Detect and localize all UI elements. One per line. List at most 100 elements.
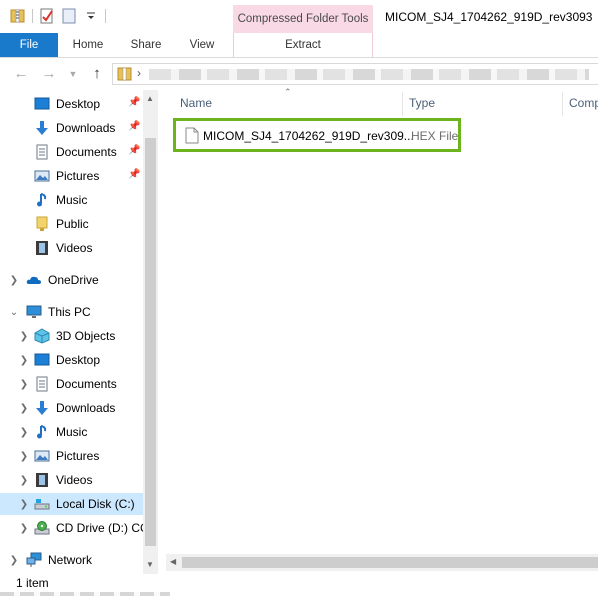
sidebar-item-cd-drive[interactable]: ❯ CD Drive (D:) CC — [0, 517, 158, 539]
tab-home[interactable]: Home — [62, 33, 114, 57]
sidebar-item-desktop[interactable]: Desktop 📌 — [0, 93, 144, 115]
blurred-strip — [0, 592, 170, 596]
sidebar-item-videos[interactable]: Videos — [0, 237, 144, 259]
tab-file[interactable]: File — [0, 33, 58, 57]
customize-toolbar-icon[interactable] — [83, 8, 99, 24]
videos-icon — [36, 473, 48, 487]
sidebar-item-label: CD Drive (D:) CC — [56, 521, 149, 535]
column-header-name[interactable]: Name — [180, 96, 212, 110]
column-divider[interactable] — [402, 92, 403, 116]
forward-arrow-icon[interactable]: → — [40, 65, 58, 83]
file-list-horizontal-scrollbar[interactable]: ◀ — [166, 554, 598, 571]
documents-icon — [36, 376, 48, 392]
music-icon — [37, 425, 47, 439]
scroll-up-arrow-icon[interactable]: ▲ — [146, 94, 154, 103]
sort-ascending-chevron-icon: ⌃ — [284, 87, 292, 97]
sidebar-item-label: Videos — [56, 473, 93, 487]
sidebar-item-downloads-pc[interactable]: ❯ Downloads — [0, 397, 144, 419]
sidebar-item-label: 3D Objects — [56, 329, 116, 343]
navigation-bar: ← → ▼ ↑ › — [0, 58, 598, 90]
sidebar-item-label: Pictures — [56, 449, 100, 463]
onedrive-icon — [26, 276, 41, 284]
file-name: MICOM_SJ4_1704262_919D_rev309... — [203, 129, 414, 143]
pin-icon[interactable]: 📌 — [128, 97, 140, 108]
expand-chevron-icon[interactable]: ❯ — [18, 355, 30, 366]
sidebar-item-pictures-pc[interactable]: ❯ Pictures — [0, 445, 144, 467]
sidebar-item-label: Documents — [56, 377, 117, 391]
pin-icon[interactable]: 📌 — [128, 169, 140, 180]
tab-extract[interactable]: Extract — [233, 33, 373, 57]
desktop-icon — [34, 353, 50, 366]
toolbar-divider — [105, 9, 106, 23]
expand-chevron-icon[interactable]: ❯ — [18, 427, 30, 438]
sidebar-item-label: This PC — [48, 305, 91, 319]
file-row-highlighted[interactable]: MICOM_SJ4_1704262_919D_rev309... HEX Fil… — [173, 118, 461, 152]
pin-icon[interactable]: 📌 — [128, 121, 140, 132]
file-icon — [185, 127, 199, 144]
blurred-path — [149, 69, 589, 80]
computer-icon — [26, 305, 42, 318]
sidebar-item-this-pc[interactable]: ⌄ This PC — [0, 301, 144, 323]
expand-chevron-icon[interactable]: ❯ — [18, 379, 30, 390]
item-count: 1 item — [16, 576, 49, 590]
sidebar-item-3d-objects[interactable]: ❯ 3D Objects — [0, 325, 144, 347]
zip-folder-icon — [117, 67, 132, 81]
pictures-icon — [34, 450, 50, 462]
recent-locations-chevron-icon[interactable]: ▼ — [64, 65, 82, 83]
sidebar-item-label: Network — [48, 553, 93, 567]
scrollbar-thumb[interactable] — [145, 138, 156, 546]
sidebar-item-downloads[interactable]: Downloads 📌 — [0, 117, 144, 139]
back-arrow-icon[interactable]: ← — [12, 65, 30, 83]
sidebar-item-videos-pc[interactable]: ❯ Videos — [0, 469, 144, 491]
cd-drive-icon — [34, 521, 50, 535]
expand-chevron-icon[interactable]: ❯ — [18, 499, 30, 510]
new-folder-icon[interactable] — [61, 8, 77, 24]
sidebar-item-label: Music — [56, 425, 88, 439]
folder-icon — [36, 216, 48, 231]
quick-access-toolbar — [10, 8, 112, 24]
tab-view[interactable]: View — [178, 33, 226, 57]
column-divider[interactable] — [562, 92, 563, 116]
breadcrumb-chevron-icon[interactable]: › — [137, 66, 141, 80]
sidebar-item-documents-pc[interactable]: ❯ Documents — [0, 373, 144, 395]
zip-folder-icon — [10, 9, 25, 23]
sidebar-item-label: Music — [56, 193, 88, 207]
sidebar-item-public[interactable]: Public — [0, 213, 144, 235]
tab-share[interactable]: Share — [120, 33, 172, 57]
scrollbar-thumb[interactable] — [182, 557, 598, 568]
expand-chevron-icon[interactable]: ❯ — [18, 451, 30, 462]
sidebar-item-onedrive[interactable]: ❯ OneDrive — [0, 269, 144, 291]
sidebar-item-pictures[interactable]: Pictures 📌 — [0, 165, 144, 187]
sidebar-item-documents[interactable]: Documents 📌 — [0, 141, 144, 163]
up-arrow-icon[interactable]: ↑ — [88, 65, 106, 83]
pin-icon[interactable]: 📌 — [128, 145, 140, 156]
collapse-chevron-icon[interactable]: ⌄ — [8, 307, 20, 318]
expand-chevron-icon[interactable]: ❯ — [18, 331, 30, 342]
scroll-down-arrow-icon[interactable]: ▼ — [146, 560, 154, 569]
local-disk-icon — [34, 499, 50, 510]
sidebar-item-local-disk[interactable]: ❯ Local Disk (C:) — [0, 493, 144, 515]
column-header-compressed-size[interactable]: Comp — [569, 96, 598, 110]
sidebar-item-label: Local Disk (C:) — [56, 497, 135, 511]
expand-chevron-icon[interactable]: ❯ — [18, 403, 30, 414]
navigation-pane-scrollbar[interactable]: ▲ ▼ — [143, 90, 158, 574]
sidebar-item-desktop-pc[interactable]: ❯ Desktop — [0, 349, 144, 371]
sidebar-item-label: Pictures — [56, 169, 100, 183]
scroll-left-arrow-icon[interactable]: ◀ — [170, 557, 176, 566]
properties-icon[interactable] — [39, 8, 55, 24]
column-header-type[interactable]: Type — [409, 96, 435, 110]
address-bar[interactable]: › — [112, 63, 598, 85]
sidebar-item-label: Public — [56, 217, 89, 231]
sidebar-item-network[interactable]: ❯ Network — [0, 549, 144, 571]
expand-chevron-icon[interactable]: ❯ — [18, 475, 30, 486]
expand-chevron-icon[interactable]: ❯ — [8, 275, 20, 286]
expand-chevron-icon[interactable]: ❯ — [8, 555, 20, 566]
sidebar-item-label: Downloads — [56, 401, 116, 415]
ribbon-tabs: File Home Share View Extract — [0, 33, 598, 58]
sidebar-item-music[interactable]: Music — [0, 189, 144, 211]
sidebar-item-label: Downloads — [56, 121, 116, 135]
expand-chevron-icon[interactable]: ❯ — [18, 523, 30, 534]
downloads-icon — [36, 401, 48, 415]
window-title: MICOM_SJ4_1704262_919D_rev3093 — [385, 10, 593, 24]
sidebar-item-music-pc[interactable]: ❯ Music — [0, 421, 144, 443]
